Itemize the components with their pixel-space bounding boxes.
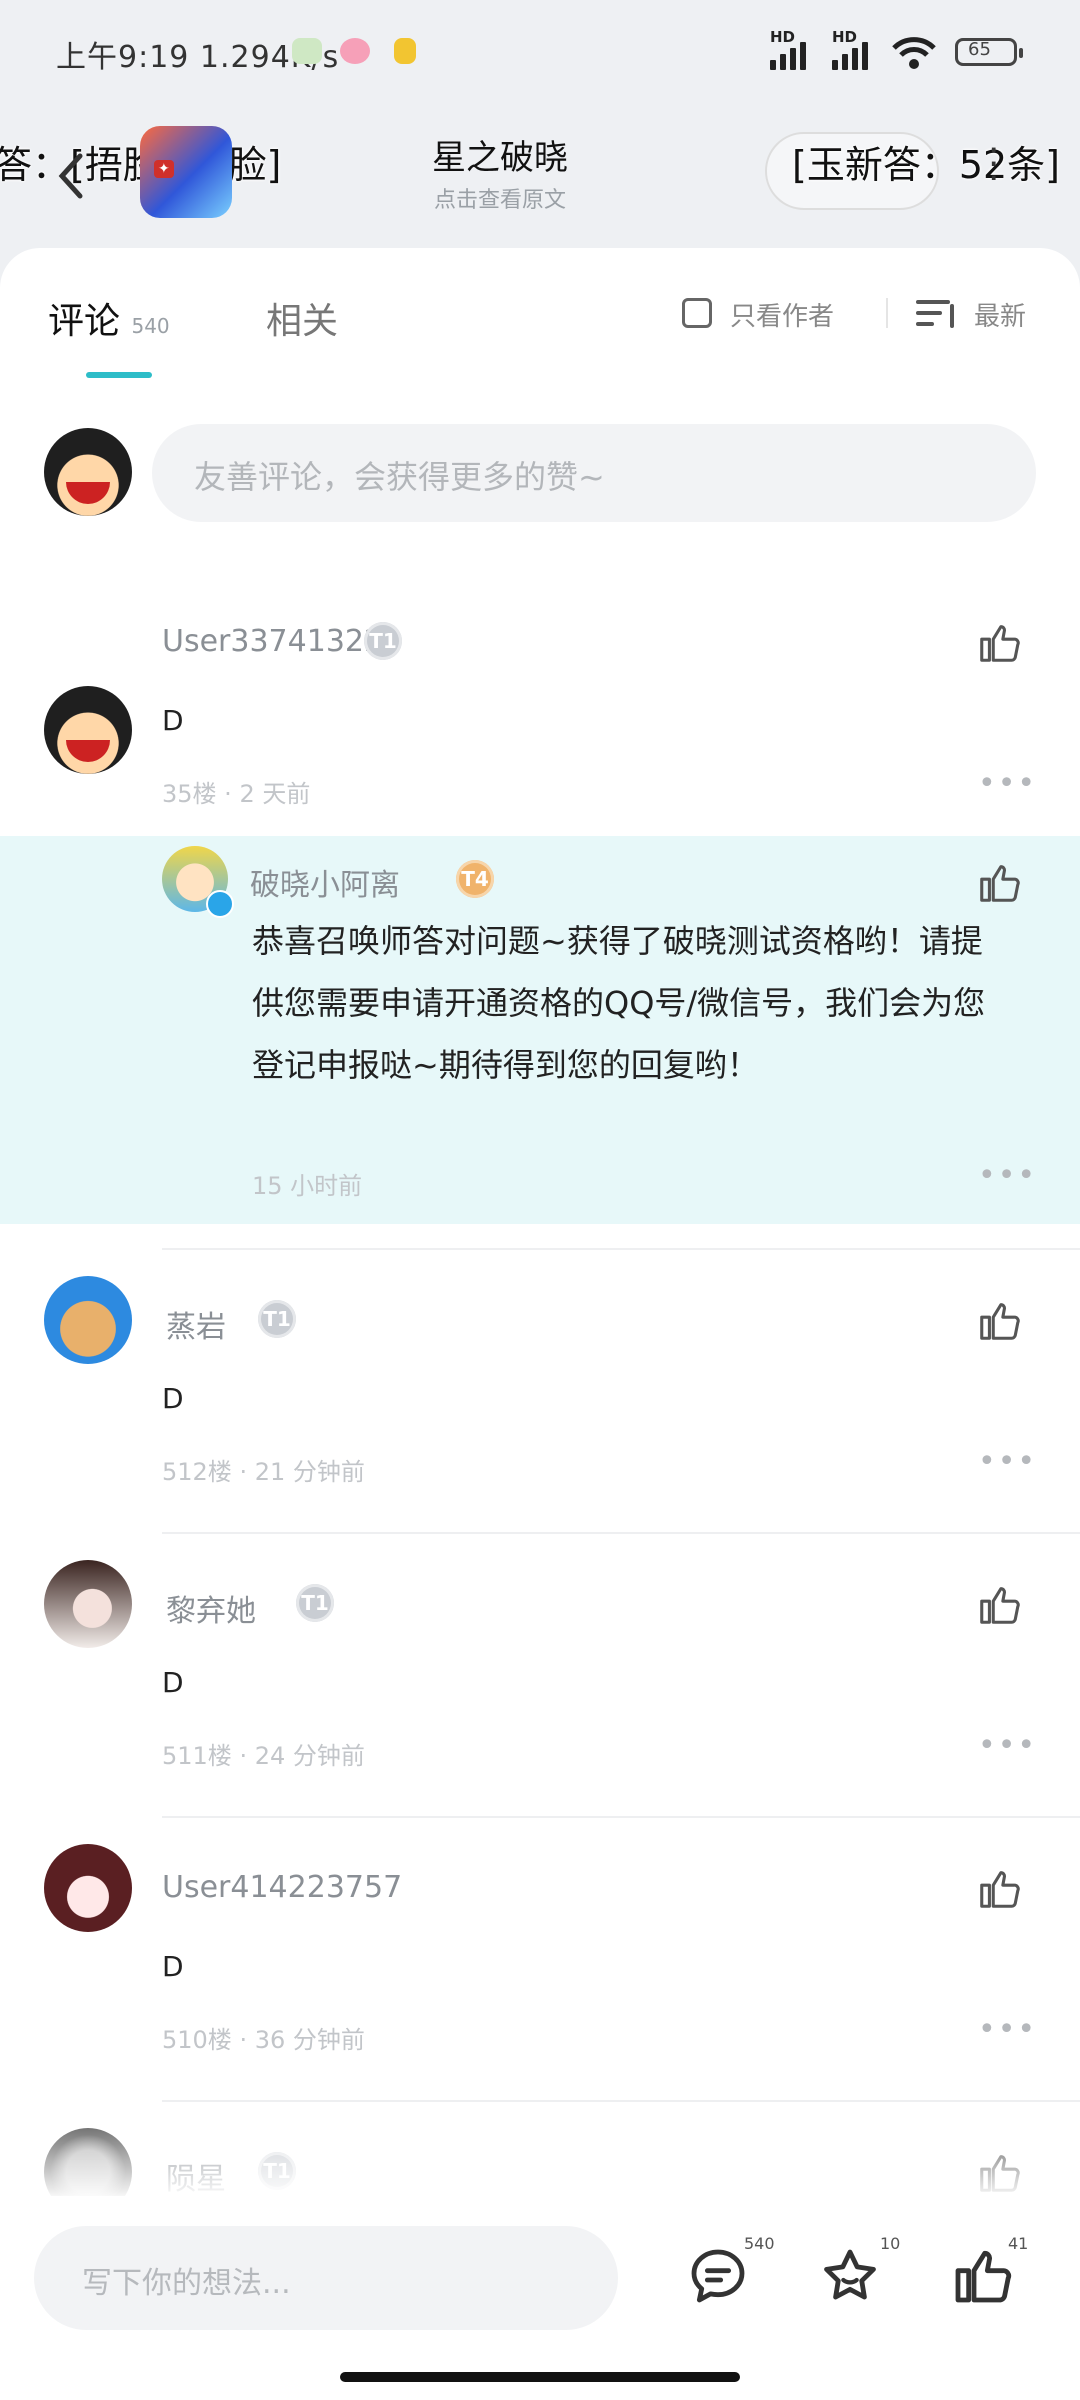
tab-related[interactable]: 相关: [266, 292, 338, 344]
comment-time: 36 分钟前: [254, 2026, 365, 2054]
battery-level: 65: [968, 39, 991, 60]
comment-time: 21 分钟前: [254, 1458, 365, 1486]
thumbs-up-icon[interactable]: [976, 1866, 1022, 1912]
my-avatar: [44, 428, 132, 516]
tab-bar: 评论 540 相关 只看作者 最新: [0, 248, 1080, 378]
more-options-icon[interactable]: •••: [978, 1444, 1037, 1479]
reply-username[interactable]: 破晓小阿离: [250, 860, 400, 904]
active-tab-indicator: [86, 372, 152, 378]
comment-text: D: [162, 704, 184, 737]
tab-comments[interactable]: 评论 540: [48, 292, 170, 344]
sort-label[interactable]: 最新: [974, 296, 1026, 333]
comment-time: 2 天前: [239, 780, 311, 808]
comment-text: D: [162, 1666, 184, 1699]
hd-label-2: HD: [832, 28, 858, 46]
comment-meta: 510楼 · 36 分钟前: [162, 2026, 365, 2054]
app-notification-icon: [340, 38, 370, 64]
comment-username[interactable]: 黎弃她: [166, 1586, 256, 1630]
verified-badge-icon: [206, 890, 234, 918]
comments-sheet: 评论 540 相关 只看作者 最新 友善评论，会获得更多的赞~ User3374…: [0, 248, 1080, 2216]
more-options-icon[interactable]: •••: [978, 1158, 1037, 1193]
more-vertical-icon[interactable]: · · ·: [988, 133, 999, 197]
comment-count-badge: 540: [744, 2234, 775, 2253]
thumbs-up-icon[interactable]: [976, 620, 1022, 666]
status-bar: 上午9:19 1.294K/s HD HD 65: [0, 0, 1080, 110]
comment-text: D: [162, 1950, 184, 1983]
comment-bubble-icon[interactable]: [686, 2244, 750, 2308]
avatar[interactable]: [44, 1560, 132, 1648]
level-badge: T1: [364, 622, 402, 660]
home-indicator[interactable]: [340, 2372, 740, 2382]
hd-label-1: HD: [770, 28, 796, 46]
thumbs-up-icon[interactable]: [976, 1582, 1022, 1628]
comment-meta: 511楼 · 24 分钟前: [162, 1742, 365, 1770]
comment-username[interactable]: User414223757: [162, 1870, 402, 1905]
app-notification-icon-2: [394, 38, 416, 64]
thumbs-up-icon[interactable]: [976, 1298, 1022, 1344]
signal-icon-1: HD: [770, 28, 806, 70]
battery-icon: 65: [955, 38, 1023, 66]
danmaku-right: [玉新答：52条]: [792, 143, 1061, 187]
more-options-icon[interactable]: •••: [978, 2012, 1037, 2047]
comment-text: D: [162, 1382, 184, 1415]
divider: [162, 1816, 1080, 1818]
write-thought-placeholder: 写下你的想法...: [82, 2266, 291, 2301]
divider: [162, 1248, 1080, 1250]
level-badge: T1: [258, 1300, 296, 1338]
tab-comments-label: 评论: [48, 301, 121, 342]
thumbs-up-icon[interactable]: [950, 2244, 1014, 2308]
star-count-badge: 10: [880, 2234, 901, 2253]
comment-username[interactable]: 蒸岩: [166, 1302, 226, 1346]
reply-level-badge: T4: [456, 860, 494, 898]
avatar[interactable]: [44, 1844, 132, 1932]
comment-time: 24 分钟前: [254, 1742, 365, 1770]
more-options-icon[interactable]: •••: [978, 766, 1037, 801]
tab-comments-count: 540: [131, 314, 170, 338]
wifi-icon: [892, 37, 936, 69]
divider: [162, 1532, 1080, 1534]
write-thought-input[interactable]: 写下你的想法...: [34, 2226, 618, 2330]
comment-floor: 512楼: [162, 1458, 232, 1486]
comment-input-placeholder: 友善评论，会获得更多的赞~: [194, 458, 605, 496]
comment-meta: 512楼 · 21 分钟前: [162, 1458, 365, 1486]
comment-floor: 510楼: [162, 2026, 232, 2054]
tab-divider: [886, 298, 888, 328]
comment-input[interactable]: 友善评论，会获得更多的赞~: [152, 424, 1036, 522]
sort-icon[interactable]: [916, 298, 956, 330]
reply-time: 15 小时前: [252, 1172, 363, 1200]
list-fade: [0, 2120, 1080, 2196]
wechat-notification-icon: [292, 38, 322, 64]
like-count-badge: 41: [1008, 2234, 1029, 2253]
divider: [162, 2100, 1080, 2102]
comment-username[interactable]: User33741322: [162, 624, 383, 659]
thumbs-up-icon[interactable]: [976, 860, 1022, 906]
reply-text: 恭喜召唤师答对问题~获得了破晓测试资格哟！请提供您需要申请开通资格的QQ号/微信…: [252, 922, 986, 1084]
avatar[interactable]: [44, 686, 132, 774]
level-badge: T1: [296, 1584, 334, 1622]
clock: 上午9:19: [56, 40, 190, 75]
signal-icon-2: HD: [832, 28, 868, 70]
author-only-checkbox[interactable]: [682, 298, 712, 328]
more-options-icon[interactable]: •••: [978, 1728, 1037, 1763]
comment-floor: 35楼: [162, 780, 217, 808]
author-only-label[interactable]: 只看作者: [730, 296, 834, 333]
avatar[interactable]: [44, 1276, 132, 1364]
comment-meta: 35楼 · 2 天前: [162, 780, 311, 808]
comment-floor: 511楼: [162, 1742, 232, 1770]
star-icon[interactable]: [818, 2244, 882, 2308]
